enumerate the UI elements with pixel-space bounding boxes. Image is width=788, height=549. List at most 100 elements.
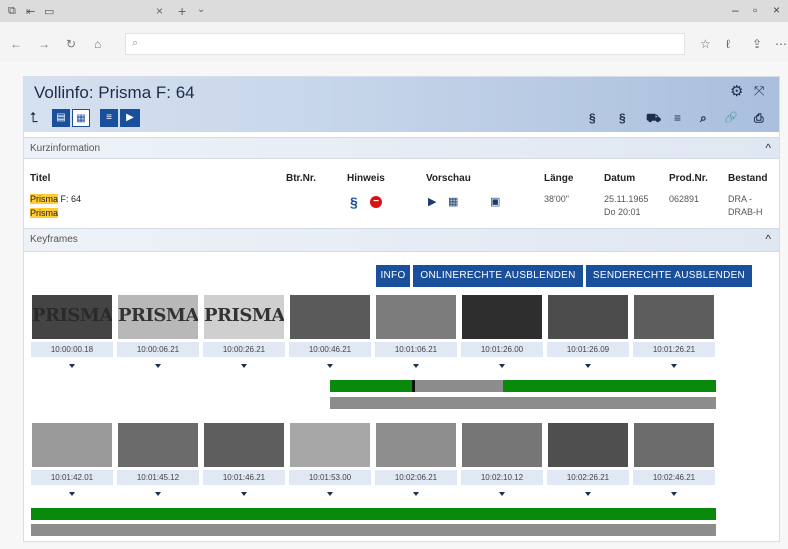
keyframe-thumbnail[interactable] [634,295,714,339]
reading-list-icon[interactable]: ℓ [726,37,730,51]
preview-play-icon[interactable]: ▶ [428,195,436,208]
chevron-down-icon[interactable] [155,492,161,496]
close-window-icon[interactable]: × [773,3,780,17]
keyframe-thumbnail[interactable] [204,423,284,467]
keyframe-thumbnail[interactable] [118,423,198,467]
keyframe-thumbnail[interactable]: PRISMA [118,295,198,339]
chevron-down-icon[interactable] [671,492,677,496]
rights-bar-gray [31,524,716,536]
chevron-down-icon[interactable] [413,364,419,368]
hide-broadcast-rights-button[interactable]: SENDERECHTE AUSBLENDEN [586,265,752,287]
rights-bar-green [503,380,716,392]
refresh-icon[interactable]: ↻ [66,37,76,51]
expand-icon[interactable]: ⤧ [754,83,764,99]
keyframe-timecode: 10:01:42.01 [31,470,113,485]
back-icon[interactable]: ← [10,37,22,51]
play-button[interactable]: ▶ [120,109,140,127]
keyframe-thumbnail[interactable] [462,423,542,467]
chevron-down-icon[interactable] [499,492,505,496]
keyframe-timecode: 10:02:10.12 [461,470,543,485]
document-view-button[interactable]: ▤ [52,109,70,127]
gear-icon[interactable]: ⚙ [730,82,743,100]
keyframe-thumbnail[interactable]: PRISMA [204,295,284,339]
paragraph-e-icon[interactable]: § [619,111,626,125]
new-tab-icon[interactable]: + [178,3,186,19]
forward-icon[interactable]: → [38,37,50,51]
keyframe-thumbnail[interactable] [634,423,714,467]
url-input[interactable]: ⌕ [125,33,685,55]
back-up-icon[interactable]: ⮤ [30,109,38,126]
chevron-down-icon[interactable] [413,492,419,496]
grid-view-button[interactable]: ▦ [72,109,90,127]
keyframe-thumbnail[interactable] [548,423,628,467]
subtitle-cell: Prisma [30,208,59,218]
keyframe-thumbnail[interactable] [548,295,628,339]
tab-back-icon[interactable]: ⇤ [26,5,35,18]
keyframe-thumbnail[interactable] [290,423,370,467]
chevron-down-icon[interactable] [585,364,591,368]
keyframe-timecode: 10:01:26.21 [633,342,715,357]
thumbnail-overlay-text: PRISMA [204,305,284,326]
minimize-icon[interactable]: – [732,3,739,17]
tab-page-icon[interactable]: ▭ [44,5,54,18]
preview-single-icon[interactable]: ▣ [490,195,500,208]
col-laenge: Länge [544,173,574,184]
kurzinfo-section-header[interactable]: Kurzinformation ^ [24,137,779,159]
tab-actions-icon[interactable]: ⧉ [8,5,16,18]
chevron-down-icon[interactable] [499,364,505,368]
search-icon[interactable]: ⌕ [700,111,707,126]
link-icon[interactable]: 🔗 [724,111,738,124]
keyframe-thumbnail[interactable] [376,423,456,467]
hide-online-rights-button[interactable]: ONLINERECHTE AUSBLENDEN [413,265,583,287]
keyframe-timecode: 10:02:06.21 [375,470,457,485]
paragraph-c-icon[interactable]: § [589,111,596,125]
tab-close-icon[interactable]: × [156,4,163,18]
preview-grid-icon[interactable]: ▦ [448,195,458,208]
chevron-down-icon[interactable] [69,492,75,496]
chevron-down-icon[interactable] [671,364,677,368]
chevron-down-icon[interactable] [327,492,333,496]
keyframes-grid: PRISMA 10:00:00.18 PRISMA 10:00:06.21 PRISMA… [28,289,776,539]
keyframe-timecode: 10:01:26.09 [547,342,629,357]
cart-icon[interactable]: ⛟ [646,111,661,127]
share-icon[interactable]: ⇪ [752,37,762,51]
list-icon[interactable]: ≡ [674,111,681,125]
datum-time-cell: Do 20:01 [604,207,641,217]
info-button[interactable]: INFO [376,265,410,287]
more-icon[interactable]: ⋯ [775,37,787,51]
title-cell[interactable]: Prisma F: 64 [30,194,81,204]
keyframe-thumbnail[interactable] [290,295,370,339]
chevron-down-icon[interactable] [241,492,247,496]
keyframe-timecode: 10:01:06.21 [375,342,457,357]
table-row[interactable]: Prisma F: 64 Prisma § − ▶ ▦ ▣ 38'00" 25.… [24,192,779,226]
chevron-down-icon[interactable] [585,492,591,496]
chevron-down-icon[interactable] [155,364,161,368]
chevron-down-icon[interactable] [69,364,75,368]
home-icon[interactable]: ⌂ [94,37,101,51]
laenge-cell: 38'00" [544,194,569,204]
keyframe-thumbnail[interactable] [462,295,542,339]
keyframe-thumbnail[interactable]: PRISMA [32,295,112,339]
keyframe-thumbnail[interactable] [376,295,456,339]
keyframe-thumbnail[interactable] [32,423,112,467]
tab-menu-icon[interactable]: ⌄ [197,4,205,15]
keyframes-section-header[interactable]: Keyframes ^ [24,228,779,252]
keyframe-timecode: 10:02:46.21 [633,470,715,485]
browser-window: ⧉ ⇤ ▭ × + ⌄ – ▫ × ← → ↻ ⌂ ⌕ ☆ ℓ ⇪ ⋯ Voll… [0,0,788,549]
keyframe-timecode: 10:00:46.21 [289,342,371,357]
favorite-icon[interactable]: ☆ [700,37,711,51]
maximize-icon[interactable]: ▫ [753,3,757,17]
chevron-down-icon[interactable] [241,364,247,368]
print-icon[interactable]: ⎙ [754,111,764,126]
stop-icon[interactable]: − [370,196,382,208]
paragraph-icon[interactable]: § [350,194,358,210]
keyframes-label: Keyframes [30,234,78,245]
collapse-kurzinfo-icon[interactable]: ^ [765,141,771,155]
keyframe-timecode: 10:01:53.00 [289,470,371,485]
keyframe-timecode: 10:02:26.21 [547,470,629,485]
rights-bar-gray [330,397,716,409]
col-hinweis: Hinweis [347,173,385,184]
list-view-button[interactable]: ≡ [100,109,118,127]
collapse-keyframes-icon[interactable]: ^ [765,232,771,246]
chevron-down-icon[interactable] [327,364,333,368]
